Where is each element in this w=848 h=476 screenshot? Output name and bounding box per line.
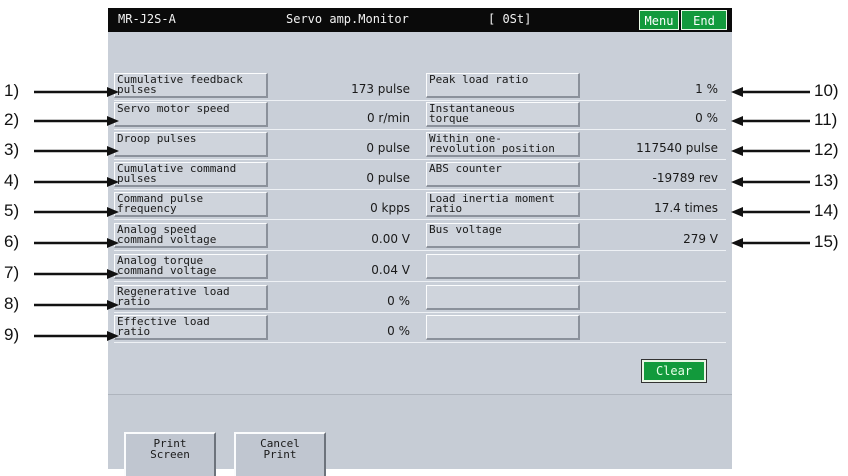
arrowhead-icon	[107, 87, 119, 97]
arrowhead-icon	[107, 269, 119, 279]
callout-number: 14)	[814, 201, 839, 220]
callout-number: 10)	[814, 81, 839, 100]
callout-number: 9)	[4, 325, 20, 344]
arrowhead-icon	[731, 116, 743, 126]
callout-arrows	[34, 87, 810, 341]
callout-number: 11)	[814, 110, 838, 129]
arrowhead-icon	[731, 146, 743, 156]
arrowhead-icon	[731, 238, 743, 248]
callout-number: 15)	[814, 232, 839, 251]
arrowhead-icon	[107, 177, 119, 187]
callout-number: 1)	[4, 81, 20, 100]
arrowhead-icon	[107, 331, 119, 341]
arrowhead-icon	[107, 300, 119, 310]
callout-number: 5)	[4, 201, 20, 220]
callout-number: 7)	[4, 263, 20, 282]
callout-number: 2)	[4, 110, 20, 129]
arrowhead-icon	[731, 87, 743, 97]
callout-number: 8)	[4, 294, 20, 313]
arrowhead-icon	[107, 238, 119, 248]
callout-number: 6)	[4, 232, 20, 251]
arrowhead-icon	[107, 207, 119, 217]
arrowhead-icon	[107, 116, 119, 126]
callout-number: 12)	[814, 140, 839, 159]
arrowhead-icon	[731, 177, 743, 187]
callout-number: 3)	[4, 140, 20, 159]
callout-number: 4)	[4, 171, 20, 190]
arrowhead-icon	[107, 146, 119, 156]
callout-number: 13)	[814, 171, 839, 190]
arrowhead-icon	[731, 207, 743, 217]
